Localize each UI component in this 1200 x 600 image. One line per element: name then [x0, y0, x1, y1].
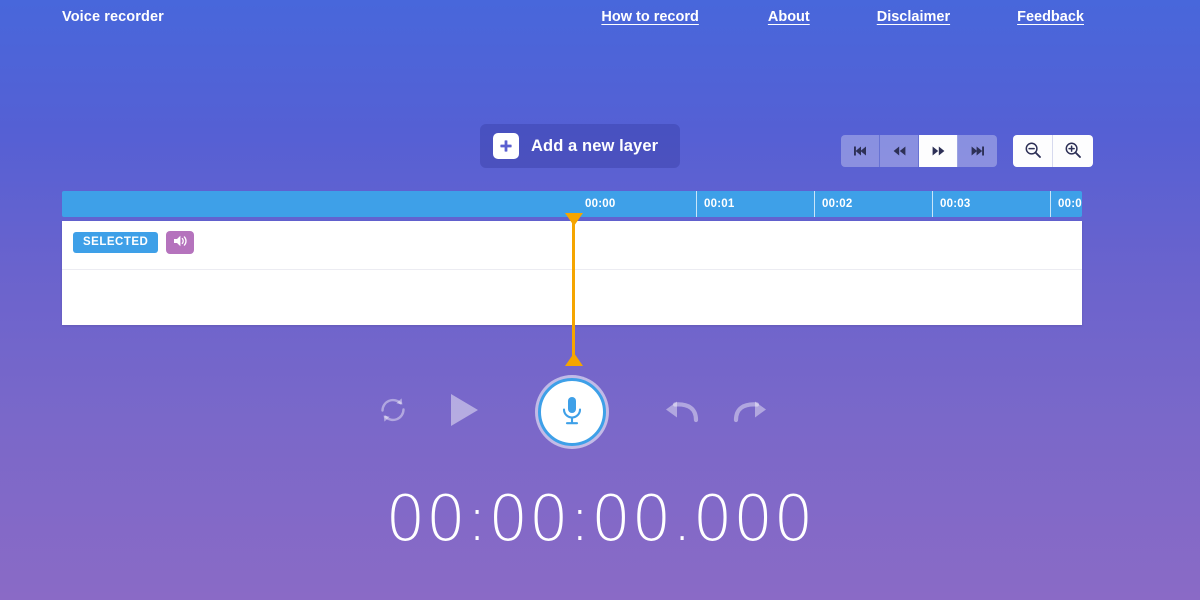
skip-to-end-button[interactable] — [958, 135, 997, 167]
nav-link-feedback[interactable]: Feedback — [1017, 9, 1084, 25]
undo-arrow-icon — [663, 396, 699, 429]
playhead-bottom-marker — [564, 353, 583, 366]
ruler-tick: 00:04 — [1050, 191, 1082, 217]
add-new-layer-label: Add a new layer — [531, 136, 659, 155]
timeline: 00:00 00:01 00:02 00:03 00:04 SELECTED — [62, 191, 1082, 366]
loop-icon — [376, 393, 410, 430]
track-list: SELECTED — [62, 213, 1082, 366]
fast-forward-button[interactable] — [919, 135, 958, 167]
skip-forward-icon — [970, 145, 985, 157]
ruler-tick: 00:02 — [814, 191, 852, 217]
zoom-button-group — [1013, 135, 1093, 167]
rewind-button[interactable] — [880, 135, 919, 167]
transport-button-group — [841, 135, 997, 167]
track-volume-button[interactable] — [166, 231, 195, 254]
skip-to-start-button[interactable] — [841, 135, 880, 167]
playhead-top-marker — [564, 213, 583, 226]
nav-link-disclaimer[interactable]: Disclaimer — [877, 9, 950, 25]
ruler-tick: 00:00 — [585, 198, 616, 210]
record-button[interactable] — [538, 378, 606, 446]
play-button[interactable] — [447, 393, 481, 429]
fast-forward-icon — [931, 145, 946, 157]
magnifier-minus-icon — [1024, 141, 1042, 162]
play-icon — [448, 392, 480, 431]
plus-icon — [493, 133, 519, 159]
ruler-tick: 00:03 — [932, 191, 970, 217]
skip-back-icon — [853, 145, 868, 157]
nav-link-how-to-record[interactable]: How to record — [601, 9, 698, 25]
loop-button[interactable] — [376, 394, 410, 428]
app-title: Voice recorder — [62, 9, 164, 25]
redo-button[interactable] — [733, 396, 769, 428]
rewind-icon — [892, 145, 907, 157]
magnifier-plus-icon — [1064, 141, 1082, 162]
time-display: 00:00:00.000 — [385, 482, 815, 555]
selected-badge[interactable]: SELECTED — [73, 231, 159, 254]
track-header: SELECTED — [73, 231, 195, 254]
ruler-tick: 00:01 — [696, 191, 734, 217]
nav-link-about[interactable]: About — [768, 9, 810, 25]
redo-arrow-icon — [733, 396, 769, 429]
nav-links: How to record About Disclaimer Feedback — [601, 9, 1084, 25]
microphone-icon — [557, 394, 587, 431]
top-navigation-bar: Voice recorder How to record About Discl… — [0, 0, 1200, 36]
undo-button[interactable] — [663, 396, 699, 428]
timeline-tool-buttons — [841, 135, 1093, 167]
add-new-layer-button[interactable]: Add a new layer — [480, 124, 681, 168]
speaker-volume-icon — [172, 234, 188, 251]
zoom-in-button[interactable] — [1053, 135, 1093, 167]
zoom-out-button[interactable] — [1013, 135, 1053, 167]
playhead[interactable] — [564, 213, 583, 366]
